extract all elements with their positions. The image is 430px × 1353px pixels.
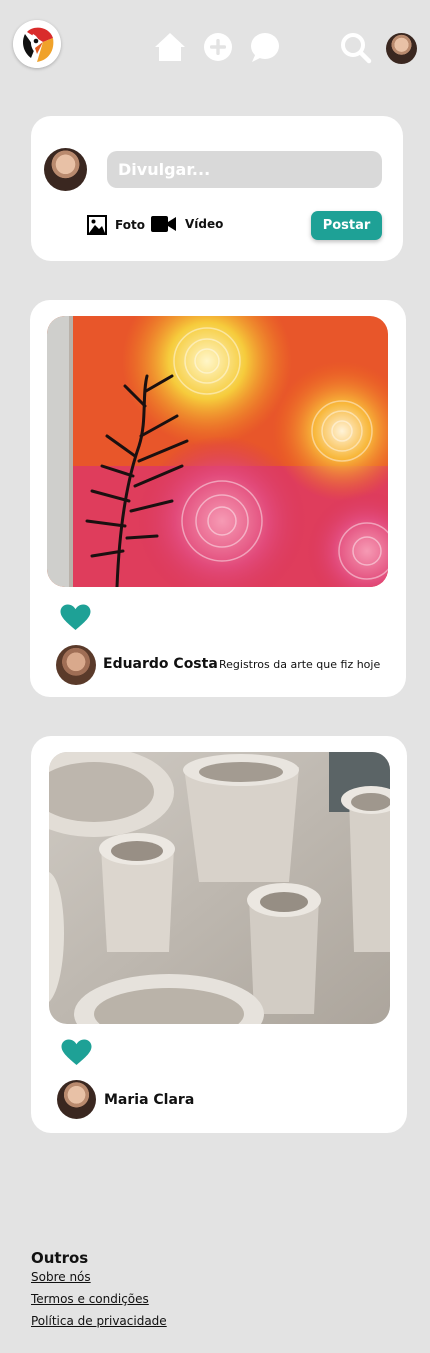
post-caption: Registros da arte que fiz hoje <box>219 658 381 671</box>
search-icon[interactable] <box>340 32 372 64</box>
author-name[interactable]: Eduardo Costa <box>103 656 218 672</box>
like-heart-icon[interactable] <box>60 604 91 631</box>
video-camera-icon <box>151 216 176 232</box>
footer-title: Outros <box>31 1249 89 1267</box>
home-icon[interactable] <box>153 31 187 63</box>
user-avatar[interactable] <box>386 33 417 64</box>
post-composer: Foto Vídeo Postar <box>31 116 403 261</box>
post-button[interactable]: Postar <box>311 211 382 240</box>
post-image[interactable] <box>47 316 388 587</box>
author-name[interactable]: Maria Clara <box>104 1092 194 1108</box>
author-avatar[interactable] <box>56 645 96 685</box>
app-logo[interactable] <box>13 20 61 68</box>
chat-bubble-icon[interactable] <box>248 32 280 63</box>
image-icon <box>87 215 107 235</box>
post-card: Eduardo Costa Registros da arte que fiz … <box>30 300 406 697</box>
video-label: Vídeo <box>185 217 224 231</box>
painting-image <box>47 316 388 587</box>
ceramics-image <box>49 752 390 1024</box>
like-heart-icon[interactable] <box>61 1039 92 1066</box>
post-image[interactable] <box>49 752 390 1024</box>
footer-link-about[interactable]: Sobre nós <box>31 1270 91 1284</box>
compose-input[interactable] <box>107 151 382 188</box>
add-icon[interactable] <box>203 32 233 62</box>
photo-label: Foto <box>115 218 145 232</box>
footer-link-terms[interactable]: Termos e condições <box>31 1292 149 1306</box>
video-button[interactable]: Vídeo <box>151 215 223 233</box>
author-avatar[interactable] <box>57 1080 96 1119</box>
photo-button[interactable]: Foto <box>87 215 145 235</box>
parrot-logo-icon <box>13 20 61 68</box>
composer-avatar <box>44 148 87 191</box>
post-card: Maria Clara <box>31 736 407 1133</box>
footer-link-privacy[interactable]: Política de privacidade <box>31 1314 167 1328</box>
